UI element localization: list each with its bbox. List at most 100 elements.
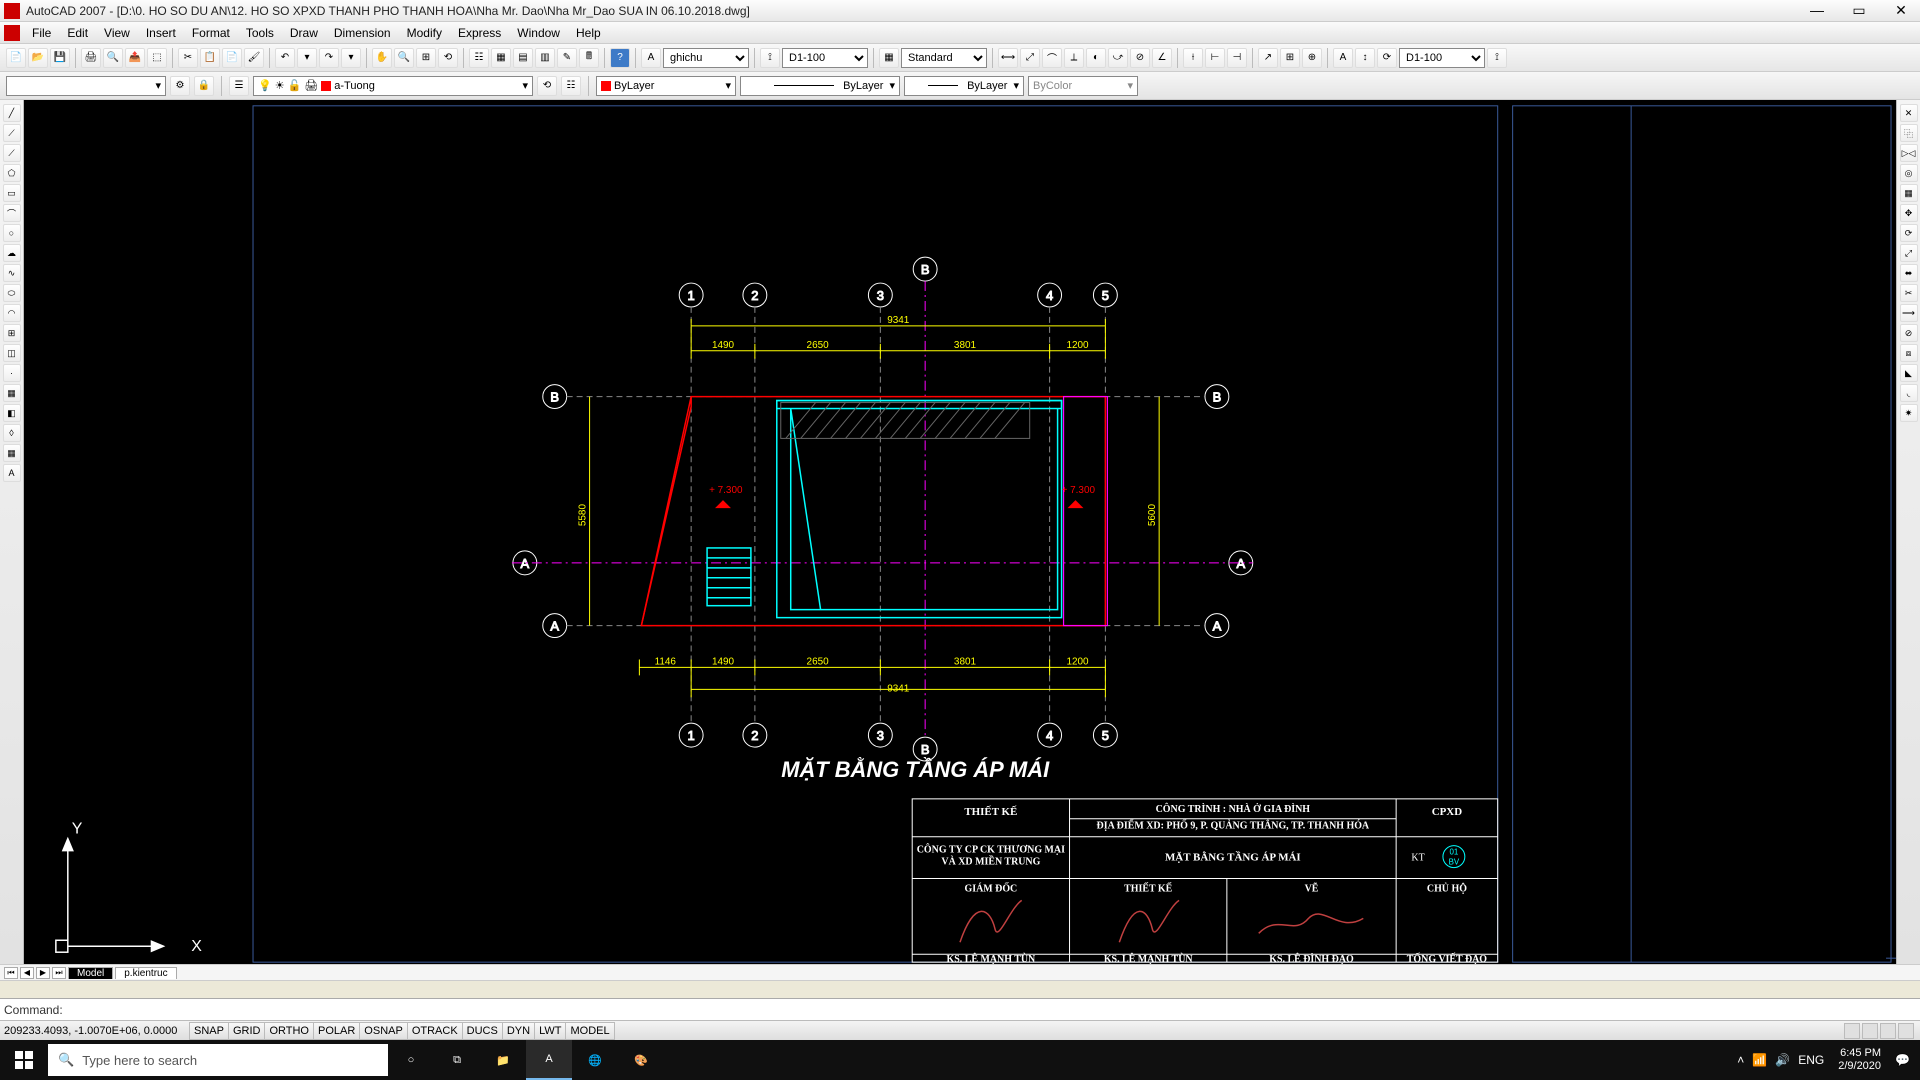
ducs-toggle[interactable]: DUCS <box>462 1022 503 1040</box>
menu-insert[interactable]: Insert <box>138 24 184 42</box>
dimstyle2-dropdown[interactable]: D1-100 <box>1399 48 1485 68</box>
cut-icon[interactable]: ✂ <box>178 48 198 68</box>
chamfer-icon[interactable]: ◣ <box>1900 364 1918 382</box>
ws-lock-icon[interactable]: 🔒 <box>194 76 214 96</box>
dim-aligned-icon[interactable]: ⤢ <box>1020 48 1040 68</box>
tab-model[interactable]: Model <box>68 967 113 979</box>
copy-icon[interactable]: 📋 <box>200 48 220 68</box>
mirror-icon[interactable]: ▷◁ <box>1900 144 1918 162</box>
osnap-toggle[interactable]: OSNAP <box>359 1022 408 1040</box>
gradient-icon[interactable]: ◧ <box>3 404 21 422</box>
maximize-button[interactable]: ▭ <box>1844 2 1874 20</box>
dim-arc-icon[interactable]: ⌒ <box>1042 48 1062 68</box>
spline-icon[interactable]: ∿ <box>3 264 21 282</box>
save-icon[interactable]: 💾 <box>50 48 70 68</box>
menu-help[interactable]: Help <box>568 24 609 42</box>
tray-up-icon[interactable]: ˄ <box>1737 1053 1744 1067</box>
grid-toggle[interactable]: GRID <box>228 1022 266 1040</box>
dcenter-icon[interactable]: ▦ <box>491 48 511 68</box>
volume-icon[interactable]: 🔊 <box>1775 1053 1790 1067</box>
layer-state-icon[interactable]: ☷ <box>561 76 581 96</box>
dim-tedit-icon[interactable]: ↕ <box>1355 48 1375 68</box>
menu-edit[interactable]: Edit <box>59 24 96 42</box>
plot-icon[interactable]: 🖨 <box>81 48 101 68</box>
tab-layout1[interactable]: p.kientruc <box>115 967 176 979</box>
dim-override-icon[interactable]: ⟟ <box>1487 48 1507 68</box>
new-icon[interactable]: 📄 <box>6 48 26 68</box>
sheetset-icon[interactable]: ▥ <box>535 48 555 68</box>
toolpal-icon[interactable]: ▤ <box>513 48 533 68</box>
autocad-taskicon[interactable]: A <box>526 1040 572 1080</box>
dim-leader-icon[interactable]: ↗ <box>1258 48 1278 68</box>
ws-settings-icon[interactable]: ⚙ <box>170 76 190 96</box>
paint-icon[interactable]: 🎨 <box>618 1040 664 1080</box>
dim-update-icon[interactable]: ⟳ <box>1377 48 1397 68</box>
block-icon[interactable]: ◫ <box>3 344 21 362</box>
offset-icon[interactable]: ◎ <box>1900 164 1918 182</box>
tray-icon[interactable] <box>1880 1023 1896 1039</box>
dimstyle-dropdown[interactable]: D1-100 <box>782 48 868 68</box>
mtext-icon[interactable]: A <box>3 464 21 482</box>
zoom-prev-icon[interactable]: ⟲ <box>438 48 458 68</box>
menu-modify[interactable]: Modify <box>399 24 450 42</box>
table-icon[interactable]: ▦ <box>3 444 21 462</box>
zoom-win-icon[interactable]: ⊞ <box>416 48 436 68</box>
dim-edit-icon[interactable]: A <box>1333 48 1353 68</box>
menu-view[interactable]: View <box>96 24 138 42</box>
tablestyle-icon[interactable]: ▦ <box>879 48 899 68</box>
insert-icon[interactable]: ⊞ <box>3 324 21 342</box>
chrome-icon[interactable]: 🌐 <box>572 1040 618 1080</box>
plotstyle-dropdown[interactable]: ByColor▾ <box>1028 76 1138 96</box>
tab-next[interactable]: ▶ <box>36 967 50 979</box>
erase-icon[interactable]: ✕ <box>1900 104 1918 122</box>
ortho-toggle[interactable]: ORTHO <box>264 1022 314 1040</box>
dim-radius-icon[interactable]: ◐ <box>1086 48 1106 68</box>
dim-linear-icon[interactable]: ⟷ <box>998 48 1018 68</box>
notifications-icon[interactable]: 💬 <box>1895 1053 1910 1067</box>
rectangle-icon[interactable]: ▭ <box>3 184 21 202</box>
point-icon[interactable]: · <box>3 364 21 382</box>
markup-icon[interactable]: ✎ <box>557 48 577 68</box>
explode-icon[interactable]: ✷ <box>1900 404 1918 422</box>
command-line[interactable]: Command: <box>0 998 1920 1020</box>
menu-express[interactable]: Express <box>450 24 509 42</box>
menu-dimension[interactable]: Dimension <box>326 24 399 42</box>
minimize-button[interactable]: — <box>1802 2 1832 20</box>
tablestyle-dropdown[interactable]: Standard <box>901 48 987 68</box>
break-icon[interactable]: ⊘ <box>1900 324 1918 342</box>
tray-icon[interactable] <box>1844 1023 1860 1039</box>
drawing-canvas[interactable]: X Y 1 2 3 4 5 1 2 3 4 5 B B B B <box>24 100 1896 964</box>
menu-tools[interactable]: Tools <box>238 24 282 42</box>
publish-icon[interactable]: 📤 <box>125 48 145 68</box>
model-toggle[interactable]: MODEL <box>565 1022 614 1040</box>
array-icon[interactable]: ▦ <box>1900 184 1918 202</box>
move-icon[interactable]: ✥ <box>1900 204 1918 222</box>
dyn-toggle[interactable]: DYN <box>502 1022 535 1040</box>
ellipsearc-icon[interactable]: ◠ <box>3 304 21 322</box>
arc-icon[interactable]: ⌒ <box>3 204 21 222</box>
dim-jog-icon[interactable]: ⤻ <box>1108 48 1128 68</box>
undo-drop-icon[interactable]: ▾ <box>297 48 317 68</box>
cortana-icon[interactable]: ○ <box>388 1040 434 1080</box>
paste-icon[interactable]: 📄 <box>222 48 242 68</box>
join-icon[interactable]: ⧈ <box>1900 344 1918 362</box>
explorer-icon[interactable]: 📁 <box>480 1040 526 1080</box>
layer-props-icon[interactable]: ☰ <box>229 76 249 96</box>
textstyle-dropdown[interactable]: ghichu <box>663 48 749 68</box>
revcloud-icon[interactable]: ☁ <box>3 244 21 262</box>
line-icon[interactable]: ╱ <box>3 104 21 122</box>
redo-icon[interactable]: ↷ <box>319 48 339 68</box>
redo-drop-icon[interactable]: ▾ <box>341 48 361 68</box>
tab-last[interactable]: ⏭ <box>52 967 66 979</box>
scale-icon[interactable]: ⤢ <box>1900 244 1918 262</box>
dim-cont-icon[interactable]: ⊣ <box>1227 48 1247 68</box>
dim-ang-icon[interactable]: ∠ <box>1152 48 1172 68</box>
3ddwf-icon[interactable]: ⬚ <box>147 48 167 68</box>
stretch-icon[interactable]: ⬌ <box>1900 264 1918 282</box>
close-button[interactable]: ✕ <box>1886 2 1916 20</box>
pline-icon[interactable]: ⟋ <box>3 144 21 162</box>
ellipse-icon[interactable]: ⬭ <box>3 284 21 302</box>
polar-toggle[interactable]: POLAR <box>313 1022 360 1040</box>
copy2-icon[interactable]: ⿻ <box>1900 124 1918 142</box>
polygon-icon[interactable]: ⬠ <box>3 164 21 182</box>
